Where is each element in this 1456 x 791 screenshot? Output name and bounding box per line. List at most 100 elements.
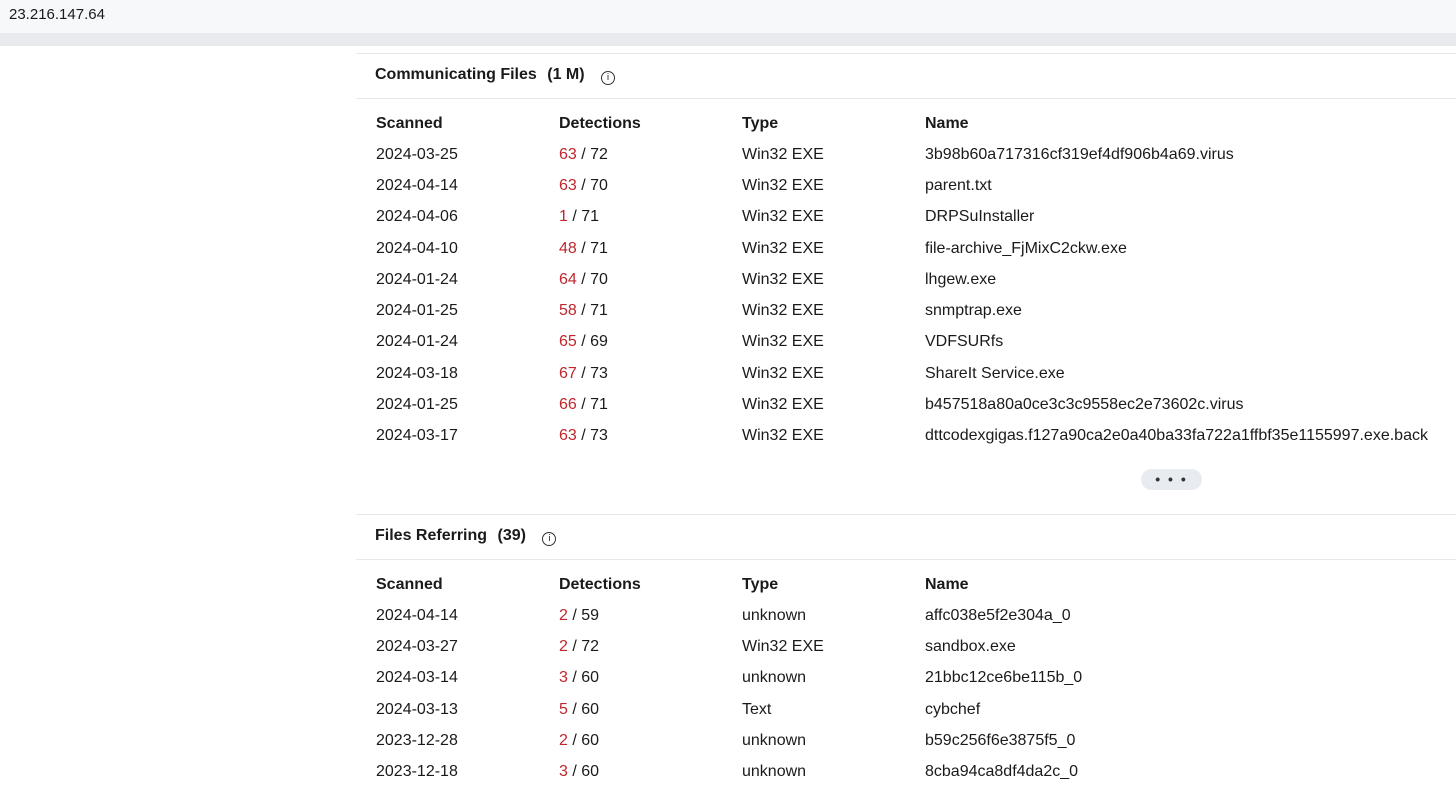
detection-positives: 63 — [559, 176, 577, 194]
file-name-link[interactable]: cybchef — [925, 694, 1455, 725]
table-row[interactable]: 2024-01-24 64 / 70 Win32 EXE lhgew.exe — [376, 264, 1455, 295]
col-scanned-header[interactable]: Scanned — [376, 108, 559, 139]
table-row[interactable]: 2024-01-25 58 / 71 Win32 EXE snmptrap.exe — [376, 295, 1455, 326]
detections-cell: 63 / 73 — [559, 421, 742, 452]
file-name-link[interactable]: ShareIt Service.exe — [925, 358, 1455, 389]
section-count: (39) — [497, 527, 526, 544]
detections-cell: 1 / 71 — [559, 202, 742, 233]
file-name-link[interactable]: parent.txt — [925, 170, 1455, 201]
detection-total: / 60 — [572, 731, 600, 749]
file-name-link[interactable]: sandbox.exe — [925, 631, 1455, 662]
file-name-link[interactable]: file-archive_FjMixC2ckw.exe — [925, 233, 1455, 264]
col-scanned-header[interactable]: Scanned — [376, 569, 559, 600]
file-type: Win32 EXE — [742, 302, 824, 320]
col-type-header[interactable]: Type — [742, 569, 925, 600]
file-name-link[interactable]: dttcodexgigas.f127a90ca2e0a40ba33fa722a1… — [925, 421, 1455, 452]
detection-positives: 3 — [559, 669, 568, 687]
file-name-link[interactable]: 21bbc12ce6be115b_0 — [925, 663, 1455, 694]
files-referring-section: Files Referring (39) i Scanned Detection… — [356, 515, 1456, 780]
detections-cell: 2 / 72 — [559, 631, 742, 662]
show-more-button[interactable]: • • • — [1141, 469, 1202, 490]
section-title: Communicating Files (1 M) i — [375, 66, 616, 85]
file-name-link[interactable]: b59c256f6e3875f5_0 — [925, 725, 1455, 756]
detection-total: / 73 — [581, 364, 608, 382]
table-row[interactable]: 2024-04-14 2 / 59 unknown affc038e5f2e304a_… — [376, 600, 1455, 631]
section-title-text: Communicating Files — [375, 66, 537, 83]
detection-total: / 73 — [581, 427, 608, 445]
scanned-date: 2024-01-25 — [376, 396, 458, 414]
communicating-files-header: Communicating Files (1 M) i — [356, 53, 1456, 99]
table-header-row: Scanned Detections Type Name — [376, 108, 1455, 139]
scanned-date: 2024-04-10 — [376, 239, 458, 257]
scanned-date: 2024-01-25 — [376, 302, 458, 320]
detection-positives: 3 — [559, 763, 568, 781]
table-row[interactable]: 2024-03-18 67 / 73 Win32 EXE ShareIt Servic… — [376, 358, 1455, 389]
detections-cell: 67 / 73 — [559, 358, 742, 389]
col-type-header[interactable]: Type — [742, 108, 925, 139]
file-name-link[interactable]: DRPSuInstaller — [925, 202, 1455, 233]
file-name-link[interactable]: snmptrap.exe — [925, 295, 1455, 326]
file-type: Win32 EXE — [742, 364, 824, 382]
scanned-date: 2024-03-25 — [376, 145, 458, 163]
table-row[interactable]: 2024-03-13 5 / 60 Text cybchef — [376, 694, 1455, 725]
table-row[interactable]: 2024-03-27 2 / 72 Win32 EXE sandbox.exe — [376, 631, 1455, 662]
table-row[interactable]: 2023-12-28 2 / 60 unknown b59c256f6e3875f5_… — [376, 725, 1455, 756]
table-row[interactable]: 2024-04-14 63 / 70 Win32 EXE parent.txt — [376, 170, 1455, 201]
section-count: (1 M) — [547, 66, 585, 83]
col-detections-header[interactable]: Detections — [559, 108, 742, 139]
detections-cell: 66 / 71 — [559, 389, 742, 420]
scanned-date: 2024-01-24 — [376, 270, 458, 288]
detection-positives: 63 — [559, 427, 577, 445]
file-type: Win32 EXE — [742, 239, 824, 257]
table-row[interactable]: 2024-03-14 3 / 60 unknown 21bbc12ce6be115b_… — [376, 663, 1455, 694]
col-name-header[interactable]: Name — [925, 569, 1455, 600]
detections-cell: 3 / 60 — [559, 756, 742, 787]
address-text[interactable]: 23.216.147.64 — [9, 6, 105, 23]
col-name-header[interactable]: Name — [925, 108, 1455, 139]
file-type: unknown — [742, 763, 807, 781]
table-row[interactable]: 2024-03-17 63 / 73 Win32 EXE dttcodexgigas.… — [376, 421, 1455, 452]
info-icon[interactable]: i — [542, 532, 557, 546]
file-name-link[interactable]: b457518a80a0ce3c3c9558ec2e73602c.virus — [925, 389, 1455, 420]
detection-total: / 71 — [581, 239, 608, 257]
detection-positives: 65 — [559, 333, 577, 351]
communicating-files-table: Scanned Detections Type Name 2024-03-25 6… — [376, 108, 1455, 452]
detection-positives: 2 — [559, 637, 568, 655]
communicating-files-section: Communicating Files (1 M) i Scanned Dete… — [356, 53, 1456, 490]
table-row[interactable]: 2023-12-18 3 / 60 unknown 8cba94ca8df4da2c_… — [376, 756, 1455, 787]
table-row[interactable]: 2024-04-06 1 / 71 Win32 EXE DRPSuInstaller — [376, 202, 1455, 233]
file-type: Win32 EXE — [742, 208, 824, 226]
file-type: Text — [742, 700, 772, 718]
table-row[interactable]: 2024-03-25 63 / 72 Win32 EXE 3b98b60a717316… — [376, 139, 1455, 170]
table-row[interactable]: 2024-04-10 48 / 71 Win32 EXE file-archive_F… — [376, 233, 1455, 264]
info-icon[interactable]: i — [601, 71, 616, 85]
file-name-link[interactable]: 3b98b60a717316cf319ef4df906b4a69.virus — [925, 139, 1455, 170]
detection-positives: 2 — [559, 731, 568, 749]
detections-cell: 65 / 69 — [559, 327, 742, 358]
scanned-date: 2024-04-14 — [376, 176, 458, 194]
file-type: Win32 EXE — [742, 637, 824, 655]
address-bar[interactable]: 23.216.147.64 — [0, 0, 1456, 33]
col-detections-header[interactable]: Detections — [559, 569, 742, 600]
file-name-link[interactable]: VDFSURfs — [925, 327, 1455, 358]
section-title: Files Referring (39) i — [375, 527, 557, 546]
scanned-date: 2023-12-18 — [376, 763, 458, 781]
file-type: unknown — [742, 731, 807, 749]
scanned-date: 2024-04-14 — [376, 606, 458, 624]
table-row[interactable]: 2024-01-24 65 / 69 Win32 EXE VDFSURfs — [376, 327, 1455, 358]
detection-total: / 70 — [581, 270, 608, 288]
detection-positives: 48 — [559, 239, 577, 257]
files-referring-header: Files Referring (39) i — [356, 515, 1456, 560]
table-row[interactable]: 2024-01-25 66 / 71 Win32 EXE b457518a80a0ce… — [376, 389, 1455, 420]
file-type: Win32 EXE — [742, 427, 824, 445]
file-name-link[interactable]: 8cba94ca8df4da2c_0 — [925, 756, 1455, 787]
detection-positives: 5 — [559, 700, 568, 718]
detection-total: / 60 — [572, 763, 600, 781]
detections-cell: 3 / 60 — [559, 663, 742, 694]
scanned-date: 2024-03-18 — [376, 364, 458, 382]
file-name-link[interactable]: affc038e5f2e304a_0 — [925, 600, 1455, 631]
detection-positives: 63 — [559, 145, 577, 163]
detection-total: / 72 — [572, 637, 600, 655]
file-type: unknown — [742, 669, 807, 687]
file-name-link[interactable]: lhgew.exe — [925, 264, 1455, 295]
